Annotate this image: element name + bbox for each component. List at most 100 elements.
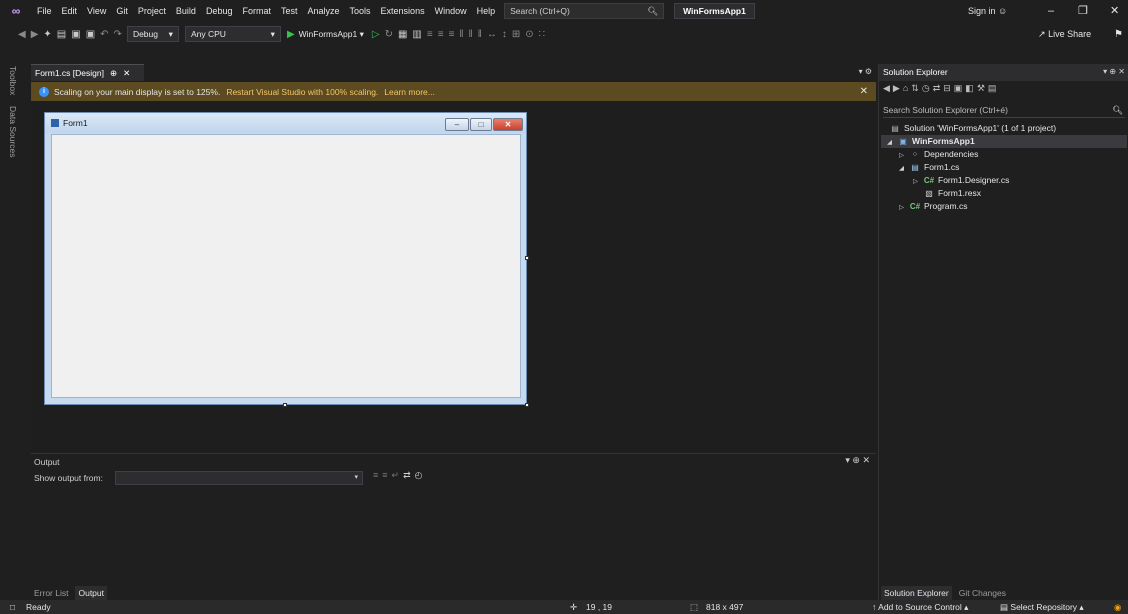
align-middle-icon[interactable]: ‖ [469, 29, 473, 40]
menu-format[interactable]: Format [237, 0, 276, 22]
learn-more-link[interactable]: Learn more... [384, 87, 435, 97]
tab-order-icon[interactable]: ⊙ [525, 29, 533, 40]
switch-views-icon[interactable]: ⇅ [911, 83, 922, 93]
forward-icon[interactable]: ▶ [31, 29, 39, 40]
align-right-icon[interactable]: ≡ [449, 29, 455, 40]
browser-link-icon[interactable]: ▦ [398, 29, 407, 40]
form-designer-window[interactable]: Form1 – □ ✕ [44, 112, 527, 405]
undo-icon[interactable]: ↶ [100, 29, 108, 40]
search-input[interactable]: Search (Ctrl+Q) 🔍︎ [504, 3, 665, 19]
feedback-icon[interactable]: ⚑ [1114, 24, 1123, 46]
pin-icon[interactable]: ⊕ [110, 65, 117, 81]
new-project-icon[interactable]: ✦ [43, 29, 51, 40]
solution-explorer-search-input[interactable]: Search Solution Explorer (Ctrl+é) 🔍︎ [883, 103, 1125, 118]
output-source-select[interactable]: ▾ [115, 471, 363, 485]
spacing-icon[interactable]: ∷ [539, 29, 545, 40]
size-width-icon[interactable]: ↔ [487, 29, 497, 40]
menu-git[interactable]: Git [111, 0, 133, 22]
redo-icon[interactable]: ↷ [114, 29, 122, 40]
align-top-icon[interactable]: ‖ [459, 29, 463, 40]
menu-help[interactable]: Help [472, 0, 501, 22]
collapse-all-icon[interactable]: ⊟ [943, 83, 954, 93]
menu-build[interactable]: Build [171, 0, 201, 22]
menu-project[interactable]: Project [133, 0, 171, 22]
menu-analyze[interactable]: Analyze [303, 0, 345, 22]
tab-overflow[interactable]: ▾ ⚙ [859, 64, 872, 80]
resize-handle-corner[interactable] [525, 403, 529, 407]
grid-icon[interactable]: ⊞ [512, 29, 520, 40]
menu-view[interactable]: View [82, 0, 111, 22]
pane-controls[interactable]: ▾ ⊕ ✕ [1103, 64, 1125, 80]
menu-debug[interactable]: Debug [201, 0, 238, 22]
restore-icon[interactable]: ❐ [1078, 0, 1088, 22]
minimize-icon[interactable]: – [1048, 0, 1054, 22]
find-message-icon[interactable]: ≡ [373, 470, 382, 480]
tab-solution-explorer[interactable]: Solution Explorer [881, 586, 952, 600]
filter-icon[interactable]: ◧ [965, 83, 977, 93]
configuration-select[interactable]: Debug ▾ [126, 26, 179, 42]
tab-error-list[interactable]: Error List [31, 586, 71, 600]
tree-item-solution[interactable]: ▤ Solution 'WinFormsApp1' (1 of 1 project… [889, 122, 1056, 135]
close-tab-icon[interactable]: ✕ [123, 65, 130, 81]
tree-item-form1[interactable]: ◢ ▤ Form1.cs [899, 161, 959, 174]
expand-icon[interactable]: ◢ [887, 136, 897, 149]
show-all-files-icon[interactable]: ▣ [954, 83, 966, 93]
output-window-controls[interactable]: ▾ ⊕ ✕ [845, 455, 870, 466]
menu-test[interactable]: Test [276, 0, 303, 22]
expand-icon[interactable]: ◢ [899, 162, 909, 175]
close-icon[interactable]: ✕ [1110, 0, 1119, 22]
tree-item-form1-designer[interactable]: ▷ C# Form1.Designer.cs [913, 174, 1009, 187]
back-icon[interactable]: ◀ [18, 29, 26, 40]
output-toolbar[interactable]: ≡≡↵⇄◴ [373, 470, 426, 481]
preview-icon[interactable]: ▤ [988, 83, 1000, 93]
tree-item-program[interactable]: ▷ C# Program.cs [899, 200, 967, 213]
live-share-button[interactable]: ↗ Live Share [1038, 22, 1091, 46]
menu-edit[interactable]: Edit [57, 0, 83, 22]
properties-icon[interactable]: ⚒ [977, 83, 988, 93]
open-file-icon[interactable]: ▤ [57, 29, 66, 40]
collapse-icon[interactable]: ▷ [913, 175, 923, 188]
save-icon[interactable]: ▣ [71, 29, 80, 40]
menu-extensions[interactable]: Extensions [376, 0, 430, 22]
hot-reload-icon[interactable]: ↻ [385, 29, 393, 40]
toolbox-tab[interactable]: Toolbox [8, 66, 18, 95]
save-all-icon[interactable]: ▣ [86, 29, 95, 40]
size-height-icon[interactable]: ↕ [502, 29, 507, 40]
word-wrap-icon[interactable]: ↵ [392, 470, 404, 480]
start-debugging-button[interactable]: ▶ WinFormsApp1 ▾ [287, 29, 364, 40]
tree-item-form1-resx[interactable]: ▧ Form1.resx [923, 187, 981, 200]
close-icon[interactable]: ✕ [860, 82, 868, 101]
select-repository-button[interactable]: ▤ Select Repository ▴ [1000, 600, 1084, 614]
tree-item-dependencies[interactable]: ▷ ⁘ Dependencies [899, 148, 978, 161]
back-icon[interactable]: ◀ [883, 83, 893, 93]
menu-file[interactable]: File [32, 0, 57, 22]
data-sources-tab[interactable]: Data Sources [8, 106, 18, 158]
forward-icon[interactable]: ▶ [893, 83, 903, 93]
form-client-area[interactable] [51, 134, 521, 398]
notifications-icon[interactable]: ◉ [1114, 600, 1121, 614]
tab-form1-design[interactable]: Form1.cs [Design] ⊕ ✕ [31, 64, 144, 81]
add-source-control-button[interactable]: ↑ Add to Source Control ▴ [872, 600, 968, 614]
tree-item-project[interactable]: ◢ ▣ WinFormsApp1 [881, 135, 1127, 148]
layout-icon[interactable]: ▥ [412, 29, 421, 40]
resize-handle-bottom[interactable] [283, 403, 287, 407]
restart-link[interactable]: Restart Visual Studio with 100% scaling. [226, 87, 378, 97]
toggle-icon[interactable]: ⇄ [403, 470, 415, 480]
tab-git-changes[interactable]: Git Changes [956, 586, 1009, 600]
menu-tools[interactable]: Tools [345, 0, 376, 22]
menu-window[interactable]: Window [430, 0, 472, 22]
align-bottom-icon[interactable]: ‖ [478, 29, 482, 40]
start-without-debugging-icon[interactable]: ▷ [372, 29, 380, 40]
align-center-icon[interactable]: ≡ [438, 29, 444, 40]
align-left-icon[interactable]: ≡ [427, 29, 433, 40]
sign-in-link[interactable]: Sign in ☺ [968, 0, 1007, 22]
collapse-icon[interactable]: ▷ [899, 201, 909, 214]
resize-handle-right[interactable] [525, 256, 529, 260]
clock-icon[interactable]: ◴ [415, 470, 427, 480]
tab-output[interactable]: Output [75, 586, 108, 600]
history-icon[interactable]: ◷ [922, 83, 933, 93]
platform-select[interactable]: Any CPU ▾ [184, 26, 281, 42]
sync-icon[interactable]: ⇄ [933, 83, 944, 93]
clear-all-icon[interactable]: ≡ [382, 470, 391, 480]
visual-studio-logo-icon[interactable]: ∞ [0, 0, 32, 22]
